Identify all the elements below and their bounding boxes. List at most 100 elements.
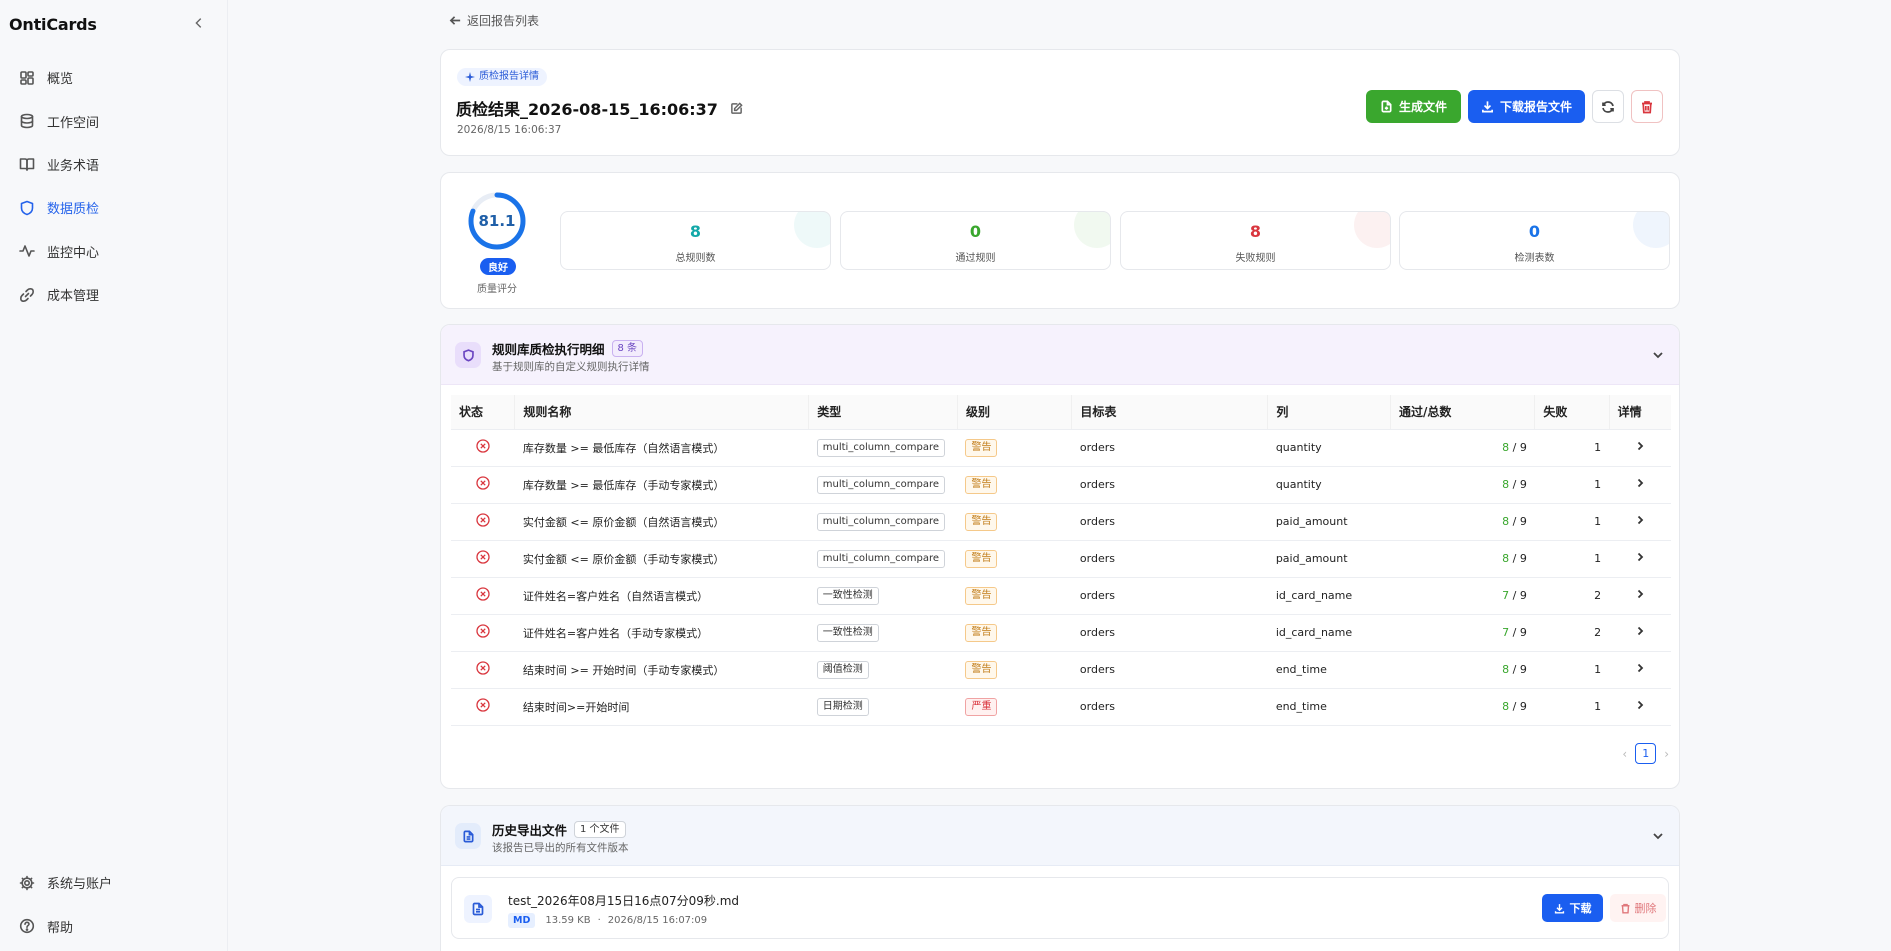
error-circle-icon xyxy=(476,476,490,490)
level-cell: 警告 xyxy=(957,466,1072,504)
table-row[interactable]: 实付金额 <= 原价金额（手动专家模式） multi_column_compare… xyxy=(451,540,1671,578)
edit-icon[interactable] xyxy=(730,101,743,115)
type-cell: multi_column_compare xyxy=(808,503,958,541)
export-history-header[interactable]: 历史导出文件 1 个文件 该报告已导出的所有文件版本 xyxy=(441,806,1679,866)
table-row[interactable]: 库存数量 >= 最低库存（自然语言模式） multi_column_compare… xyxy=(451,429,1671,467)
table-row[interactable]: 库存数量 >= 最低库存（手动专家模式） multi_column_compare… xyxy=(451,466,1671,504)
column-header[interactable]: 失败 xyxy=(1534,395,1610,430)
page-number-button[interactable]: 1 xyxy=(1635,743,1657,764)
level-cell: 警告 xyxy=(957,503,1072,541)
type-cell: multi_column_compare xyxy=(808,540,958,578)
next-page-button[interactable]: › xyxy=(1664,747,1669,761)
sidebar-item-workspace[interactable]: 工作空间 xyxy=(12,99,216,142)
shield-icon xyxy=(462,348,474,362)
type-cell: multi_column_compare xyxy=(808,466,958,504)
download-icon xyxy=(1482,101,1493,113)
sidebar-item-glossary[interactable]: 业务术语 xyxy=(12,143,216,186)
generate-file-label: 生成文件 xyxy=(1398,100,1447,114)
table-row[interactable]: 证件姓名=客户姓名（手动专家模式） 一致性检测 警告 orders id_card_na… xyxy=(451,614,1671,652)
error-circle-icon xyxy=(476,439,490,453)
sidebar-item-overview[interactable]: 概览 xyxy=(12,56,216,99)
sidebar-item-monitoring[interactable]: 监控中心 xyxy=(12,230,216,273)
file-plus-icon xyxy=(1381,100,1392,113)
section-icon xyxy=(455,342,481,368)
table-header-row: 状态 规则名称 类型 级别 目标表 列 通过/总数 失败 详情 xyxy=(451,395,1671,430)
passed-count: 8 xyxy=(1502,478,1510,491)
failed-count-cell: 1 xyxy=(1534,503,1610,541)
column-header[interactable]: 级别 xyxy=(957,395,1073,430)
detail-button[interactable] xyxy=(1609,688,1671,726)
file-icon xyxy=(462,830,474,842)
status-cell xyxy=(451,688,515,726)
activity-icon xyxy=(19,245,35,258)
generate-file-button[interactable]: 生成文件 xyxy=(1366,90,1461,123)
rule-type-tag: 日期检测 xyxy=(816,697,869,716)
sidebar-item-help[interactable]: 帮助 xyxy=(12,904,216,947)
stat-value: 0 xyxy=(1528,222,1541,241)
column-header[interactable]: 类型 xyxy=(808,395,958,430)
chevron-right-icon xyxy=(1637,589,1644,599)
column-header[interactable]: 目标表 xyxy=(1071,395,1269,430)
column-header[interactable]: 规则名称 xyxy=(514,395,810,430)
download-file-label: 下载 xyxy=(1569,902,1592,915)
stat-value: 8 xyxy=(1249,222,1262,241)
pass-total-cell: 7 / 9 xyxy=(1390,614,1535,652)
download-file-button[interactable]: 下载 xyxy=(1542,894,1603,922)
delete-file-button[interactable]: 删除 xyxy=(1610,894,1666,922)
chevron-down-icon[interactable] xyxy=(1651,348,1665,362)
delete-report-button[interactable] xyxy=(1631,90,1663,123)
stat-label: 失败规则 xyxy=(1235,253,1276,264)
table-row[interactable]: 结束时间 >= 开始时间（手动专家模式） 阈值检测 警告 orders end_time… xyxy=(451,651,1671,689)
column-header[interactable]: 详情 xyxy=(1609,395,1671,430)
rule-level-tag: 警告 xyxy=(965,549,998,568)
detail-button[interactable] xyxy=(1609,577,1671,615)
report-timestamp: 2026/8/15 16:06:37 xyxy=(457,124,562,136)
column-header[interactable]: 列 xyxy=(1267,395,1391,430)
rule-name-cell: 结束时间 >= 开始时间（手动专家模式） xyxy=(514,651,809,689)
detail-button[interactable] xyxy=(1609,466,1671,504)
file-name: test_2026年08月15日16点07分09秒.md xyxy=(508,894,740,908)
column-header[interactable]: 状态 xyxy=(451,395,516,430)
detail-button[interactable] xyxy=(1609,540,1671,578)
download-report-button[interactable]: 下载报告文件 xyxy=(1468,90,1585,123)
detail-button[interactable] xyxy=(1609,614,1671,652)
detail-button[interactable] xyxy=(1609,651,1671,689)
rule-type-tag: multi_column_compare xyxy=(816,549,946,568)
rule-type-tag: 一致性检测 xyxy=(816,586,879,605)
back-to-report-list-link[interactable]: 返回报告列表 xyxy=(449,12,539,29)
table-row[interactable]: 证件姓名=客户姓名（自然语言模式） 一致性检测 警告 orders id_card_na… xyxy=(451,577,1671,615)
refresh-button[interactable] xyxy=(1592,90,1624,123)
stat-value: 8 xyxy=(689,222,702,241)
detail-button[interactable] xyxy=(1609,429,1671,467)
download-icon xyxy=(1554,903,1564,914)
chevron-left-icon xyxy=(195,18,202,28)
passed-count: 7 xyxy=(1502,626,1510,639)
failed-count-cell: 1 xyxy=(1534,651,1610,689)
passed-count: 8 xyxy=(1502,552,1510,565)
table-row[interactable]: 结束时间>=开始时间 日期检测 严重 orders end_time 8 / 91 xyxy=(451,688,1671,726)
total-count: / 9 xyxy=(1512,626,1527,639)
chevron-down-icon[interactable] xyxy=(1651,829,1665,843)
column-cell: quantity xyxy=(1267,466,1391,504)
detail-button[interactable] xyxy=(1609,503,1671,541)
rule-count-badge: 8 条 xyxy=(611,340,644,357)
chevron-right-icon xyxy=(1637,552,1644,562)
sidebar-item-settings[interactable]: 系统与账户 xyxy=(12,861,216,904)
rule-type-tag: 一致性检测 xyxy=(816,623,879,642)
sidebar-item-cost[interactable]: 成本管理 xyxy=(12,273,216,316)
type-cell: multi_column_compare xyxy=(808,429,958,467)
table-row[interactable]: 实付金额 <= 原价金额（自然语言模式） multi_column_compare… xyxy=(451,503,1671,541)
report-title: 质检结果_2026-08-15_16:06:37 xyxy=(456,100,718,119)
prev-page-button[interactable]: ‹ xyxy=(1622,747,1627,761)
rule-execution-header[interactable]: 规则库质检执行明细 8 条 基于规则库的自定义规则执行详情 xyxy=(441,325,1679,385)
refresh-icon xyxy=(1602,100,1614,113)
chevron-right-icon xyxy=(1637,441,1644,451)
sidebar-item-data-quality[interactable]: 数据质检 xyxy=(12,186,216,229)
status-cell xyxy=(451,466,515,504)
column-header[interactable]: 通过/总数 xyxy=(1390,395,1536,430)
status-cell xyxy=(451,614,515,652)
rule-level-tag: 严重 xyxy=(965,697,998,716)
collapse-sidebar-button[interactable] xyxy=(192,16,206,32)
link-icon xyxy=(20,287,34,302)
passed-count: 8 xyxy=(1502,663,1510,676)
